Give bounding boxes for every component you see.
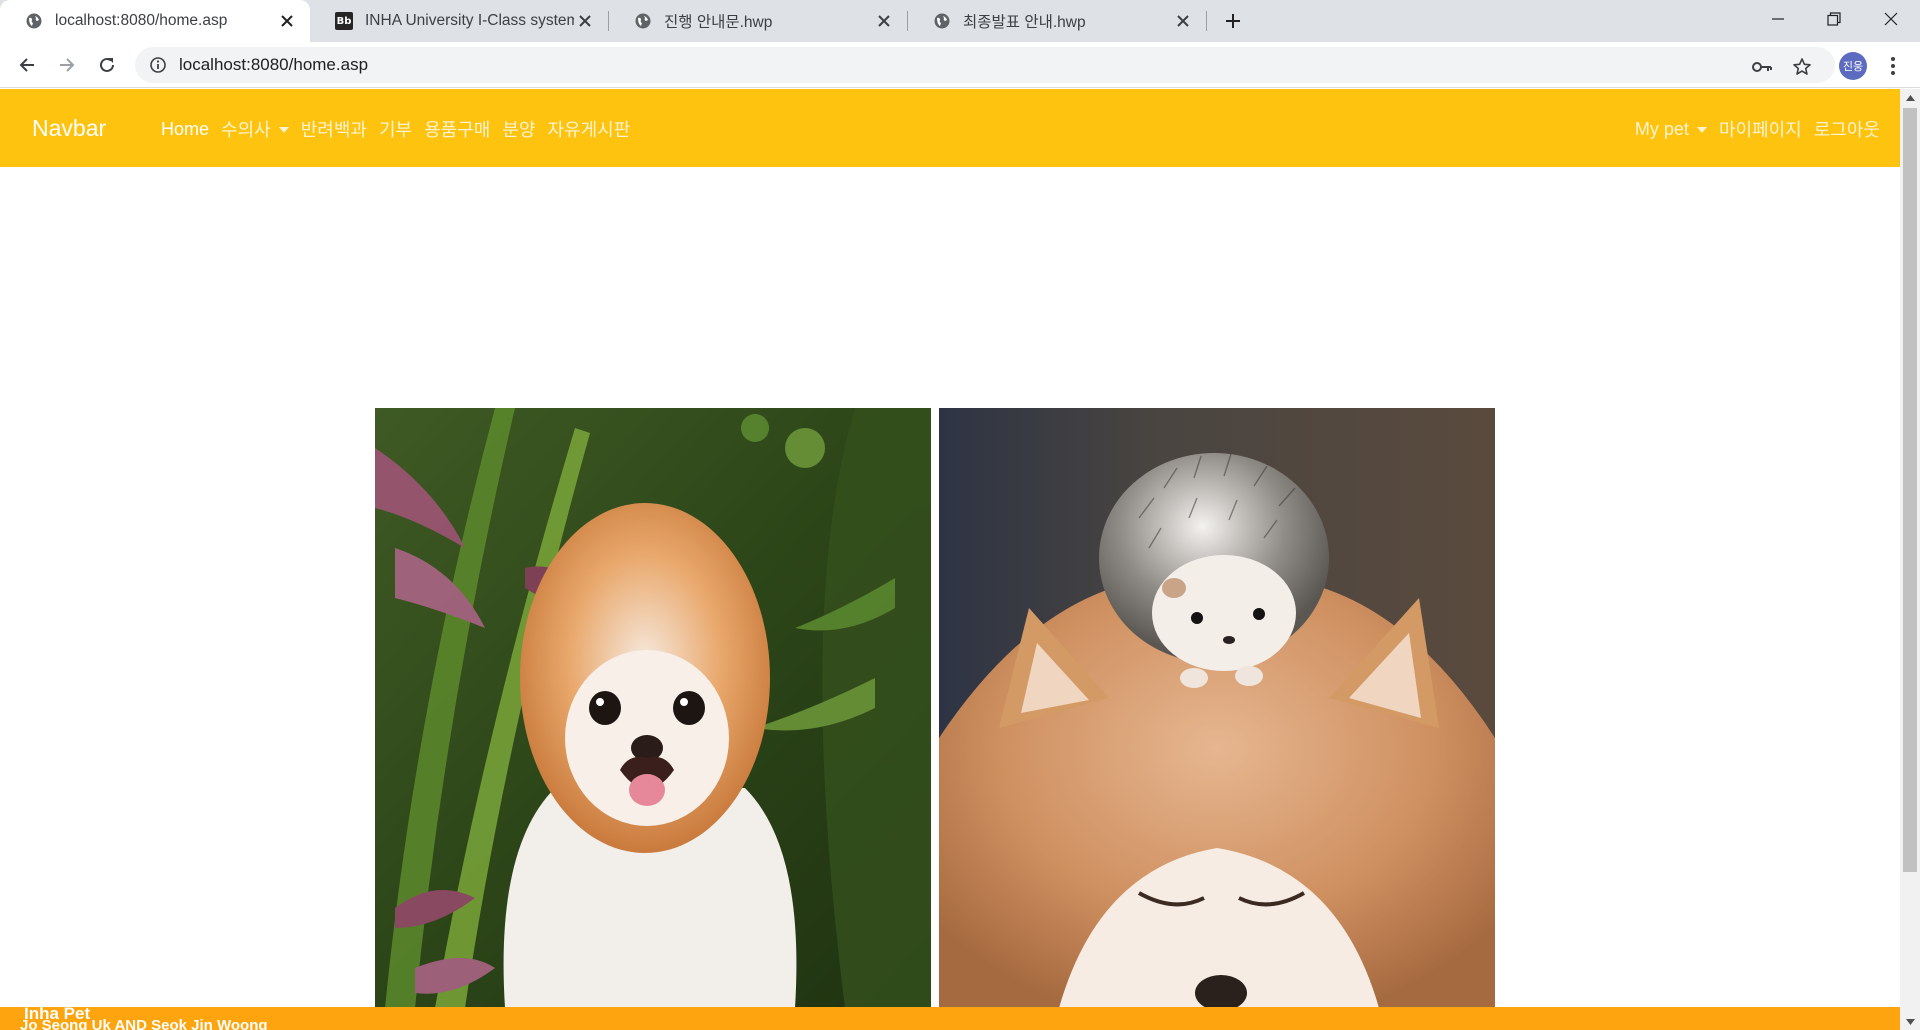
restore-button[interactable] [1806,0,1862,38]
close-icon[interactable] [1172,10,1194,32]
blackboard-icon: Bb [335,12,353,30]
arrow-left-icon [19,58,34,72]
nav-item-mypage[interactable]: 마이페이지 [1719,116,1802,142]
back-button[interactable] [12,50,42,80]
reload-icon [100,57,114,72]
globe-icon [933,12,951,30]
avatar[interactable]: 진웅 [1839,52,1867,80]
arrow-right-icon [60,58,75,72]
nav-item-vet[interactable]: 수의사 [221,116,289,142]
browser-toolbar: localhost:8080/home.asp [0,42,1920,88]
site-navbar: Navbar Home 수의사 반려백과 기부 용품구매 분양 자유게시판 My… [0,89,1900,167]
restore-icon [1827,12,1841,26]
nav-menu: Home 수의사 반려백과 기부 용품구매 분양 자유게시판 [161,116,642,142]
nav-item-my-pet[interactable]: My pet [1635,119,1707,140]
tab-strip: localhost:8080/home.asp Bb INHA Universi… [0,0,1920,42]
tab-guide-hwp[interactable]: 진행 안내문.hwp [609,0,907,42]
key-icon[interactable] [1751,56,1773,78]
tab-title: 최종발표 안내.hwp [963,14,1086,31]
tab-iclass[interactable]: Bb INHA University I-Class system [310,0,608,42]
nav-item-logout[interactable]: 로그아웃 [1814,116,1880,142]
info-icon[interactable] [149,56,167,74]
more-vert-icon[interactable] [1883,54,1903,78]
globe-icon [25,12,43,30]
close-window-button[interactable] [1863,0,1919,38]
close-icon[interactable] [873,10,895,32]
navbar-brand[interactable]: Navbar [32,115,106,142]
reload-button[interactable] [92,50,122,80]
scrollbar[interactable] [1900,89,1920,1030]
new-tab-button[interactable] [1220,8,1246,34]
globe-icon [634,12,652,30]
tab-separator [1206,11,1207,31]
photo-gallery [375,408,1495,1008]
tab-home[interactable]: localhost:8080/home.asp [0,0,310,42]
tab-final-hwp[interactable]: 최종발표 안내.hwp [908,0,1206,42]
minimize-icon [1772,18,1784,20]
close-icon[interactable] [574,10,596,32]
close-icon [1884,12,1898,26]
forward-button[interactable] [52,50,82,80]
tab-title: 진행 안내문.hwp [664,14,773,31]
plus-icon [1226,14,1240,28]
nav-item-shop[interactable]: 용품구매 [424,116,490,142]
scroll-up-arrow-icon[interactable] [1900,89,1920,106]
site-footer: Inha Pet Jo Seong Uk AND Seok Jin Woong [0,1007,1900,1030]
scrollbar-thumb[interactable] [1903,108,1917,872]
hedgehog-on-shiba-photo [939,408,1495,1008]
page-viewport: Navbar Home 수의사 반려백과 기부 용품구매 분양 자유게시판 My… [0,89,1900,1030]
nav-item-home[interactable]: Home [161,119,209,140]
footer-credits: Jo Seong Uk AND Seok Jin Woong [20,1017,268,1030]
url-text: localhost:8080/home.asp [179,55,369,74]
minimize-button[interactable] [1750,0,1806,38]
pomeranian-dog-photo [375,408,931,1008]
nav-item-board[interactable]: 자유게시판 [547,116,630,142]
nav-item-donation[interactable]: 기부 [379,116,412,142]
star-icon[interactable] [1791,56,1813,78]
caret-down-icon [1696,126,1707,133]
scroll-down-arrow-icon[interactable] [1900,1013,1920,1030]
nav-item-adoption[interactable]: 분양 [502,116,535,142]
nav-item-pet-encyclopedia[interactable]: 반려백과 [301,116,367,142]
nav-user-menu: My pet 마이페이지 로그아웃 [1635,116,1880,142]
address-bar[interactable]: localhost:8080/home.asp [135,47,1835,83]
tab-title: INHA University I-Class system [365,12,574,29]
tab-title: localhost:8080/home.asp [55,12,228,29]
close-icon[interactable] [276,10,298,32]
caret-down-icon [278,126,289,133]
